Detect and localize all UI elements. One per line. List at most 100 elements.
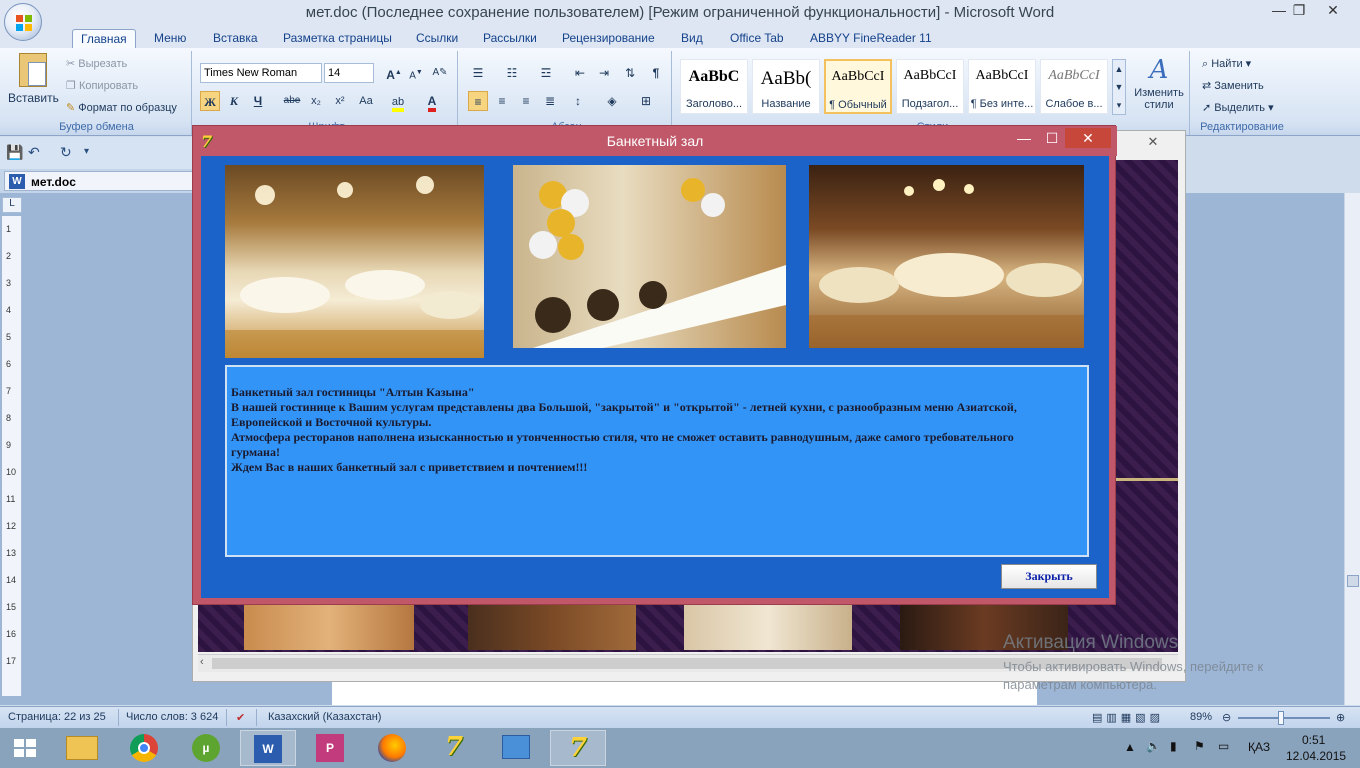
grow-font-button[interactable]: A▲ — [384, 63, 404, 83]
tab-menu[interactable]: Меню — [146, 29, 194, 48]
control-panel-icon[interactable] — [488, 730, 544, 766]
background-photo — [684, 605, 852, 650]
office-button[interactable] — [4, 3, 42, 41]
cut-button[interactable]: ✂ Вырезать — [66, 57, 127, 70]
banquet-photo-2 — [513, 165, 786, 348]
tray-expand-icon[interactable]: ▲ — [1124, 740, 1136, 754]
word-count[interactable]: Число слов: 3 624 — [126, 711, 218, 723]
subscript-button[interactable]: x₂ — [306, 91, 326, 111]
tab-home[interactable]: Главная — [72, 29, 136, 48]
utorrent-icon[interactable]: µ — [178, 730, 234, 766]
zoom-out-icon[interactable]: ⊖ — [1222, 711, 1231, 724]
spellcheck-icon[interactable]: ✔ — [236, 711, 245, 724]
word-icon[interactable]: W — [240, 730, 296, 766]
app-7-active-icon[interactable]: 7 — [550, 730, 606, 766]
style-subtitle[interactable]: AaBbCcI Подзагол... — [896, 59, 964, 114]
italic-button[interactable]: К — [224, 91, 244, 111]
zoom-slider-thumb[interactable] — [1278, 711, 1284, 725]
background-stripe — [1112, 478, 1178, 481]
vertical-scrollbar[interactable] — [1344, 193, 1360, 705]
scroll-thumb[interactable] — [1347, 575, 1359, 587]
tab-insert[interactable]: Вставка — [205, 29, 266, 48]
bullets-icon[interactable]: ☰ — [468, 63, 488, 83]
bold-button[interactable]: Ж — [200, 91, 220, 111]
redo-icon[interactable]: ↻ — [60, 144, 72, 161]
tab-mailings[interactable]: Рассылки — [475, 29, 545, 48]
background-window-close[interactable]: ✕ — [1130, 134, 1176, 152]
font-size-combobox[interactable]: 14 — [324, 63, 374, 83]
font-color-icon[interactable]: A — [422, 91, 442, 112]
firefox-icon[interactable] — [364, 730, 420, 766]
line-spacing-icon[interactable]: ↕ — [568, 91, 588, 111]
scroll-left-icon[interactable]: ‹ — [200, 656, 204, 668]
tab-view[interactable]: Вид — [673, 29, 711, 48]
superscript-button[interactable]: x² — [330, 91, 350, 111]
zoom-level[interactable]: 89% — [1190, 711, 1212, 723]
tab-abbyy[interactable]: ABBYY FineReader 11 — [802, 29, 940, 48]
clock-date[interactable]: 12.04.2015 — [1286, 749, 1346, 763]
tab-references[interactable]: Ссылки — [408, 29, 466, 48]
copy-button[interactable]: ❐ Копировать — [66, 79, 138, 92]
language-indicator[interactable]: Казахский (Казахстан) — [268, 711, 381, 723]
format-painter-button[interactable]: ✎ Формат по образцу — [66, 101, 177, 114]
align-left-icon[interactable]: ≡ — [468, 91, 488, 111]
justify-icon[interactable]: ≣ — [540, 91, 560, 111]
network-icon[interactable]: ▮ — [1170, 739, 1177, 753]
style-no-spacing[interactable]: AaBbCcI ¶ Без инте... — [968, 59, 1036, 114]
zoom-in-icon[interactable]: ⊕ — [1336, 711, 1345, 724]
select-button[interactable]: ➚ Выделить ▾ — [1202, 101, 1274, 114]
start-button[interactable] — [0, 730, 50, 766]
document-tab[interactable]: W мет.doc (Последнее...ункци) — [4, 171, 200, 209]
dialog-maximize-button[interactable]: ☐ — [1037, 128, 1067, 148]
borders-icon[interactable]: ⊞ — [636, 91, 656, 111]
zoom-slider[interactable] — [1238, 717, 1330, 719]
file-explorer-icon[interactable] — [54, 730, 110, 766]
change-case-button[interactable]: Aa — [356, 91, 376, 111]
align-center-icon[interactable]: ≡ — [492, 91, 512, 111]
underline-button[interactable]: Ч — [248, 91, 268, 111]
dialog-minimize-button[interactable]: — — [1009, 128, 1039, 148]
style-title[interactable]: AaBb( Название — [752, 59, 820, 114]
styles-scroll-icon[interactable]: ▲ ▼ ▾ — [1112, 59, 1126, 115]
tab-page-layout[interactable]: Разметка страницы — [275, 29, 400, 48]
strikethrough-button[interactable]: abe — [282, 91, 302, 111]
align-right-icon[interactable]: ≡ — [516, 91, 536, 111]
page-counter[interactable]: Страница: 22 из 25 — [8, 711, 106, 723]
view-buttons[interactable]: ▤▥▦▧▨ — [1092, 711, 1164, 724]
replace-button[interactable]: ⇄ Заменить — [1202, 79, 1264, 92]
app-7-icon[interactable]: 7 — [426, 730, 482, 766]
sort-icon[interactable]: ⇅ — [620, 63, 640, 83]
style-subtle-emphasis[interactable]: AaBbCcI Слабое в... — [1040, 59, 1108, 114]
clear-format-button[interactable]: A✎ — [430, 63, 450, 83]
pilcrow-icon[interactable]: ¶ — [646, 63, 666, 83]
numbering-icon[interactable]: ☷ — [502, 63, 522, 83]
volume-icon[interactable]: 🔈 — [1146, 739, 1161, 753]
dialog-close-button[interactable]: ✕ — [1065, 128, 1111, 148]
display-icon[interactable]: ▭ — [1218, 739, 1229, 753]
find-button[interactable]: ⌕ Найти ▾ — [1202, 57, 1251, 71]
chrome-icon[interactable] — [116, 730, 172, 766]
input-language[interactable]: ҚАЗ — [1248, 740, 1270, 754]
clock-time[interactable]: 0:51 — [1302, 733, 1325, 747]
multilevel-icon[interactable]: ☲ — [536, 63, 556, 83]
style-heading1[interactable]: AaBbC Заголово... — [680, 59, 748, 114]
font-name-combobox[interactable]: Times New Roman — [200, 63, 322, 83]
tab-selector[interactable]: L — [2, 197, 22, 213]
change-styles-button[interactable]: A Изменить стили — [1130, 55, 1188, 111]
tab-office-tab[interactable]: Office Tab — [722, 29, 792, 48]
close-button[interactable]: ✕ — [1310, 0, 1356, 22]
customize-qat-icon[interactable]: ▾ — [84, 146, 89, 157]
style-normal[interactable]: AaBbCcI ¶ Обычный — [824, 59, 892, 114]
close-dialog-button[interactable]: Закрыть — [1001, 564, 1097, 589]
shrink-font-button[interactable]: A▼ — [406, 63, 426, 83]
decrease-indent-icon[interactable]: ⇤ — [570, 63, 590, 83]
increase-indent-icon[interactable]: ⇥ — [594, 63, 614, 83]
shading-icon[interactable]: ◈ — [602, 91, 622, 111]
flag-icon[interactable]: ⚑ — [1194, 739, 1205, 753]
paste-button[interactable]: Вставить — [8, 53, 59, 105]
undo-icon[interactable]: ↶ — [28, 144, 40, 161]
save-icon[interactable]: 💾 — [6, 144, 23, 161]
highlight-icon[interactable]: ab — [388, 91, 408, 112]
powerpoint-icon[interactable]: P — [302, 730, 358, 766]
tab-review[interactable]: Рецензирование — [554, 29, 663, 48]
